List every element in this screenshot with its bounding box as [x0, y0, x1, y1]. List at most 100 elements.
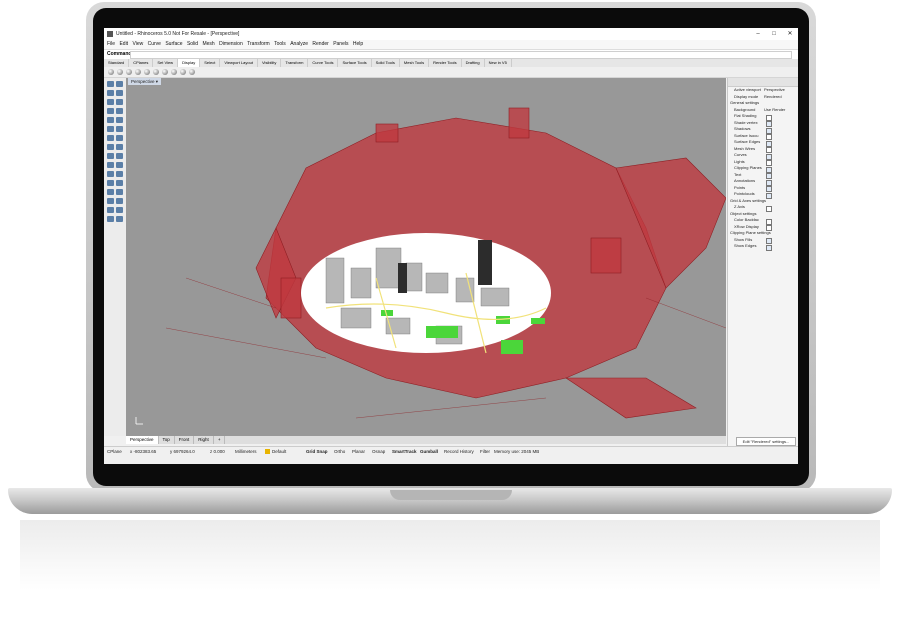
scale-tool-icon[interactable]	[116, 180, 123, 186]
minimize-button[interactable]: –	[750, 28, 766, 40]
polygon-tool-icon[interactable]	[116, 108, 123, 114]
text-tool-icon[interactable]	[116, 198, 123, 204]
mesh-tool-icon[interactable]	[107, 135, 114, 141]
tab-new-in-v5[interactable]: New in V5	[485, 59, 512, 67]
viewtab-add[interactable]: +	[214, 436, 226, 444]
tab-visibility[interactable]: Visibility	[258, 59, 282, 67]
menu-render[interactable]: Render	[312, 41, 328, 47]
tab-select[interactable]: Select	[200, 59, 221, 67]
boolean-tool-icon[interactable]	[116, 135, 123, 141]
select-tool-icon[interactable]	[107, 81, 114, 87]
toggle-gumball[interactable]: Gumball	[420, 447, 438, 456]
viewport-label[interactable]: Perspective ▾	[128, 78, 162, 85]
split-tool-icon[interactable]	[107, 153, 114, 159]
edit-rendered-settings-button[interactable]: Edit "Rendered" settings...	[736, 437, 796, 446]
arc-tool-icon[interactable]	[116, 99, 123, 105]
layer-tool-icon[interactable]	[107, 207, 114, 213]
tab-set-view[interactable]: Set View	[153, 59, 179, 67]
maximize-button[interactable]: □	[766, 28, 782, 40]
analyze-tool-icon[interactable]	[116, 216, 123, 222]
menu-analyze[interactable]: Analyze	[290, 41, 308, 47]
fillet-tool-icon[interactable]	[107, 144, 114, 150]
tab-surface-tools[interactable]: Surface Tools	[338, 59, 372, 67]
tab-solid-tools[interactable]: Solid Tools	[372, 59, 400, 67]
tab-render-tools[interactable]: Render Tools	[429, 59, 462, 67]
menu-help[interactable]: Help	[353, 41, 363, 47]
park	[496, 316, 510, 324]
block-north	[375, 123, 399, 143]
toggle-planar[interactable]: Planar	[352, 447, 365, 456]
toggle-record-history[interactable]: Record History	[444, 447, 474, 456]
rendered-icon[interactable]	[126, 69, 132, 75]
trim-tool-icon[interactable]	[116, 144, 123, 150]
surface-tool-icon[interactable]	[107, 117, 114, 123]
toggle-osnap[interactable]: Osnap	[372, 447, 385, 456]
menu-solid[interactable]: Solid	[187, 41, 198, 47]
technical-icon[interactable]	[153, 69, 159, 75]
toggle-ortho[interactable]: Ortho	[334, 447, 345, 456]
menu-transform[interactable]: Transform	[247, 41, 270, 47]
light-icon[interactable]	[189, 69, 195, 75]
menu-panels[interactable]: Panels	[333, 41, 348, 47]
copy-tool-icon[interactable]	[116, 171, 123, 177]
polyline-tool-icon[interactable]	[107, 90, 114, 96]
wireframe-icon[interactable]	[108, 69, 114, 75]
viewtab-right[interactable]: Right	[194, 436, 214, 444]
panel-tabs[interactable]	[728, 78, 798, 87]
viewtab-front[interactable]: Front	[175, 436, 195, 444]
tab-display[interactable]: Display	[178, 59, 201, 67]
tab-mesh-tools[interactable]: Mesh Tools	[400, 59, 430, 67]
toggle-smarttrack[interactable]: SmartTrack	[392, 447, 417, 456]
point-tool-icon[interactable]	[116, 81, 123, 87]
move-tool-icon[interactable]	[107, 171, 114, 177]
sphere-tool-icon[interactable]	[116, 126, 123, 132]
close-button[interactable]: ✕	[782, 28, 798, 40]
perspective-viewport[interactable]: Perspective ▾	[126, 78, 726, 436]
explode-tool-icon[interactable]	[107, 162, 114, 168]
menu-dimension[interactable]: Dimension	[219, 41, 243, 47]
tab-drafting[interactable]: Drafting	[462, 59, 485, 67]
menu-tools[interactable]: Tools	[274, 41, 286, 47]
command-input[interactable]	[130, 51, 792, 59]
circle-tool-icon[interactable]	[107, 99, 114, 105]
menu-mesh[interactable]: Mesh	[202, 41, 214, 47]
rectangle-tool-icon[interactable]	[107, 108, 114, 114]
panel-checkbox[interactable]	[766, 244, 772, 251]
menu-file[interactable]: File	[107, 41, 115, 47]
menu-curve[interactable]: Curve	[148, 41, 161, 47]
mirror-tool-icon[interactable]	[107, 189, 114, 195]
menu-edit[interactable]: Edit	[119, 41, 128, 47]
array-tool-icon[interactable]	[116, 189, 123, 195]
status-layer[interactable]: Default	[272, 447, 286, 456]
menu-view[interactable]: View	[132, 41, 143, 47]
shaded-icon[interactable]	[117, 69, 123, 75]
panel-row[interactable]: Show Edges	[728, 243, 798, 251]
building	[405, 262, 423, 292]
pen-icon[interactable]	[171, 69, 177, 75]
ghosted-icon[interactable]	[135, 69, 141, 75]
rotate-tool-icon[interactable]	[107, 180, 114, 186]
menu-surface[interactable]: Surface	[165, 41, 182, 47]
group-tool-icon[interactable]	[116, 162, 123, 168]
viewtab-top[interactable]: Top	[159, 436, 175, 444]
tab-curve-tools[interactable]: Curve Tools	[308, 59, 339, 67]
tab-viewport-layout[interactable]: Viewport Layout	[220, 59, 258, 67]
extrude-tool-icon[interactable]	[116, 117, 123, 123]
toggle-filter[interactable]: Filter	[480, 447, 490, 456]
artistic-icon[interactable]	[162, 69, 168, 75]
tab-cplanes[interactable]: CPlanes	[129, 59, 154, 67]
dimension-tool-icon[interactable]	[107, 198, 114, 204]
box-tool-icon[interactable]	[107, 126, 114, 132]
laptop-notch	[390, 490, 512, 500]
xray-icon[interactable]	[144, 69, 150, 75]
panel-row-label: XRow Display	[734, 223, 759, 229]
tab-transform[interactable]: Transform	[281, 59, 309, 67]
render-tool-icon[interactable]	[107, 216, 114, 222]
material-ball-icon[interactable]	[180, 69, 186, 75]
curve-tool-icon[interactable]	[116, 90, 123, 96]
properties-tool-icon[interactable]	[116, 207, 123, 213]
viewtab-perspective[interactable]: Perspective	[126, 436, 159, 444]
tab-standard[interactable]: Standard	[104, 59, 130, 67]
toggle-grid-snap[interactable]: Grid Snap	[306, 447, 328, 456]
join-tool-icon[interactable]	[116, 153, 123, 159]
